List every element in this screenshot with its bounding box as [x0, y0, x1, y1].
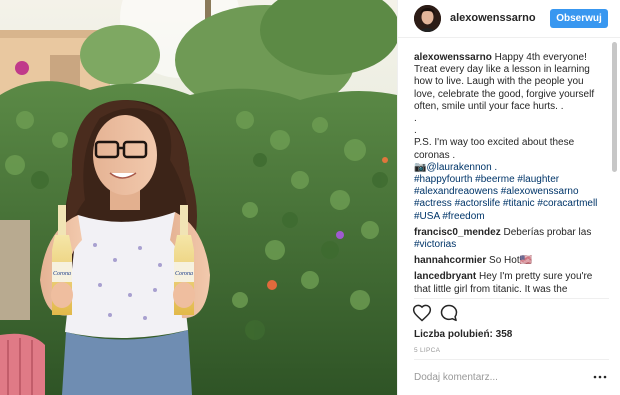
comment-item: francisc0_mendez Deberías probar las #vi… — [414, 227, 612, 251]
post-header: alexowenssarno Obserwuj — [398, 0, 620, 38]
divider — [414, 298, 609, 299]
action-bar — [398, 303, 620, 327]
caption-hashtags[interactable]: #USA #freedom — [414, 211, 612, 223]
caption-text: . — [414, 125, 417, 137]
comment-text: that little girl from titanic. It was th… — [414, 283, 568, 295]
caption-text: how to live. Laugh with the people you — [414, 76, 584, 88]
photo-scene: Corona Corona — [0, 0, 397, 395]
caption-text: P.S. I'm way too excited about these — [414, 137, 575, 149]
comment-username[interactable]: lancedbryant — [414, 271, 476, 282]
post-sidebar: alexowenssarno Obserwuj alexowenssarno H… — [397, 0, 620, 395]
post-date[interactable]: 5 LIPCA — [414, 347, 440, 354]
header-username[interactable]: alexowenssarno — [450, 12, 536, 24]
caption-hashtags[interactable]: #alexandreaowens #alexowenssarno — [414, 186, 612, 198]
caption: alexowenssarno Happy 4th everyone! Treat… — [414, 52, 612, 223]
caption-hashtags[interactable]: #happyfourth #beerme #laughter — [414, 174, 612, 186]
caption-username[interactable]: alexowenssarno — [414, 52, 492, 63]
caption-mention[interactable]: 📷@laurakennon . — [414, 162, 612, 174]
caption-text: Treat every day like a lesson in learnin… — [414, 64, 590, 76]
comment-text: Deberías probar las — [503, 226, 592, 238]
bottle-label-right: Corona — [175, 271, 193, 277]
comment-icon[interactable] — [439, 303, 459, 323]
caption-text: love, celebrate the good, forgive yourse… — [414, 88, 595, 100]
comments-list[interactable]: alexowenssarno Happy 4th everyone! Treat… — [398, 39, 612, 297]
bottle-label-left: Corona — [53, 271, 71, 277]
post-photo[interactable]: Corona Corona — [0, 0, 397, 395]
comments-scrollbar[interactable] — [612, 42, 617, 172]
caption-text: coronas . — [414, 149, 456, 161]
comment-text: So Hot🇺🇸 — [489, 255, 533, 267]
add-comment-input[interactable] — [414, 370, 584, 384]
divider — [414, 359, 609, 360]
more-icon[interactable] — [593, 374, 607, 380]
caption-line: alexowenssarno Happy 4th everyone! — [414, 52, 612, 64]
caption-text: . — [414, 113, 417, 125]
caption-text: Happy 4th everyone! — [494, 52, 587, 63]
likes-count[interactable]: Liczba polubień: 358 — [414, 329, 512, 340]
comment-username[interactable]: francisc0_mendez — [414, 227, 501, 238]
caption-hashtags[interactable]: #actress #actorslife #titanic #coracartm… — [414, 198, 612, 210]
avatar[interactable] — [414, 5, 441, 32]
comment-username[interactable]: hannahcormier — [414, 255, 486, 266]
follow-button[interactable]: Obserwuj — [550, 9, 608, 28]
comment-item: lancedbryant Hey I'm pretty sure you're … — [414, 271, 612, 295]
comment-text: Hey I'm pretty sure you're — [479, 271, 593, 283]
comment-item: hannahcormier So Hot🇺🇸 — [414, 255, 612, 267]
heart-icon[interactable] — [412, 303, 432, 323]
caption-text: often, smile until your face hurts. . — [414, 100, 564, 112]
comment-hashtag[interactable]: #victorias — [414, 239, 612, 251]
